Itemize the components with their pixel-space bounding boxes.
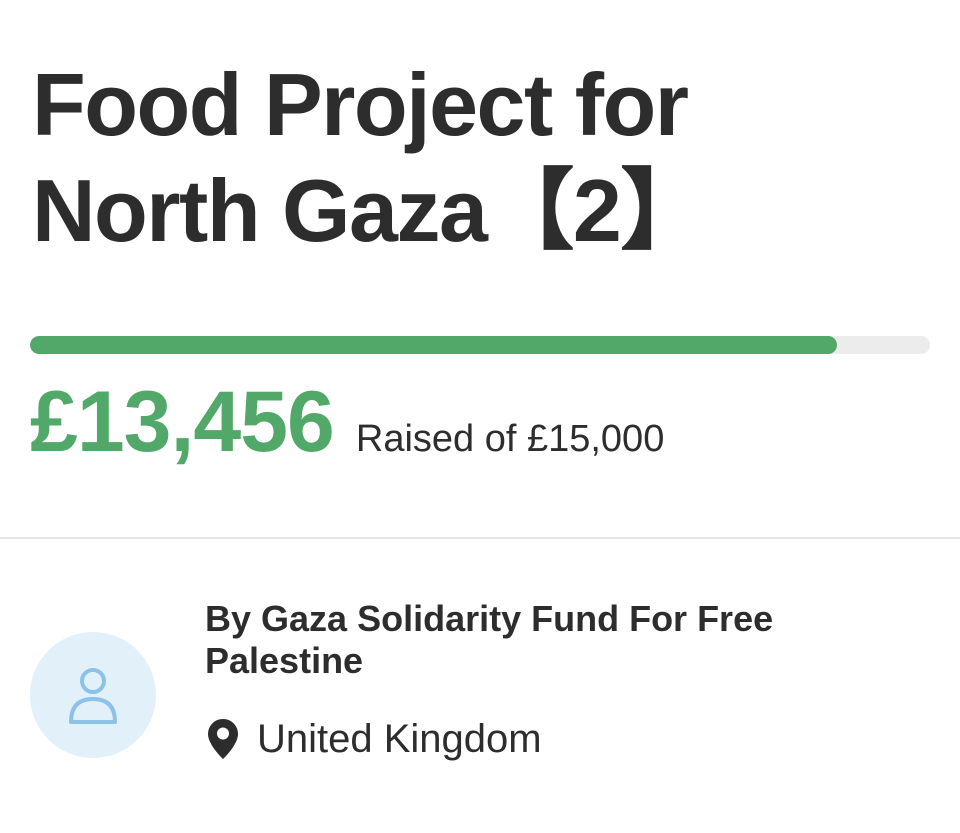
user-icon [69,668,117,724]
raised-amount: £13,456 [30,374,335,470]
location-text: United Kingdom [257,717,542,761]
goal-text: Raised of £15,000 [355,418,665,460]
organizer-location: United Kingdom [205,714,542,764]
map-pin-icon [205,714,241,764]
campaign-title: Food Project for North Gaza【2】 [32,55,708,260]
organizer-name[interactable]: By Gaza Solidarity Fund For Free Palesti… [205,598,905,682]
progress-bar-fill [30,336,838,354]
amount-summary: £13,456 Raised of £15,000 [30,372,664,472]
section-divider [0,537,960,539]
organizer-avatar[interactable] [30,632,156,758]
progress-bar [30,336,930,354]
